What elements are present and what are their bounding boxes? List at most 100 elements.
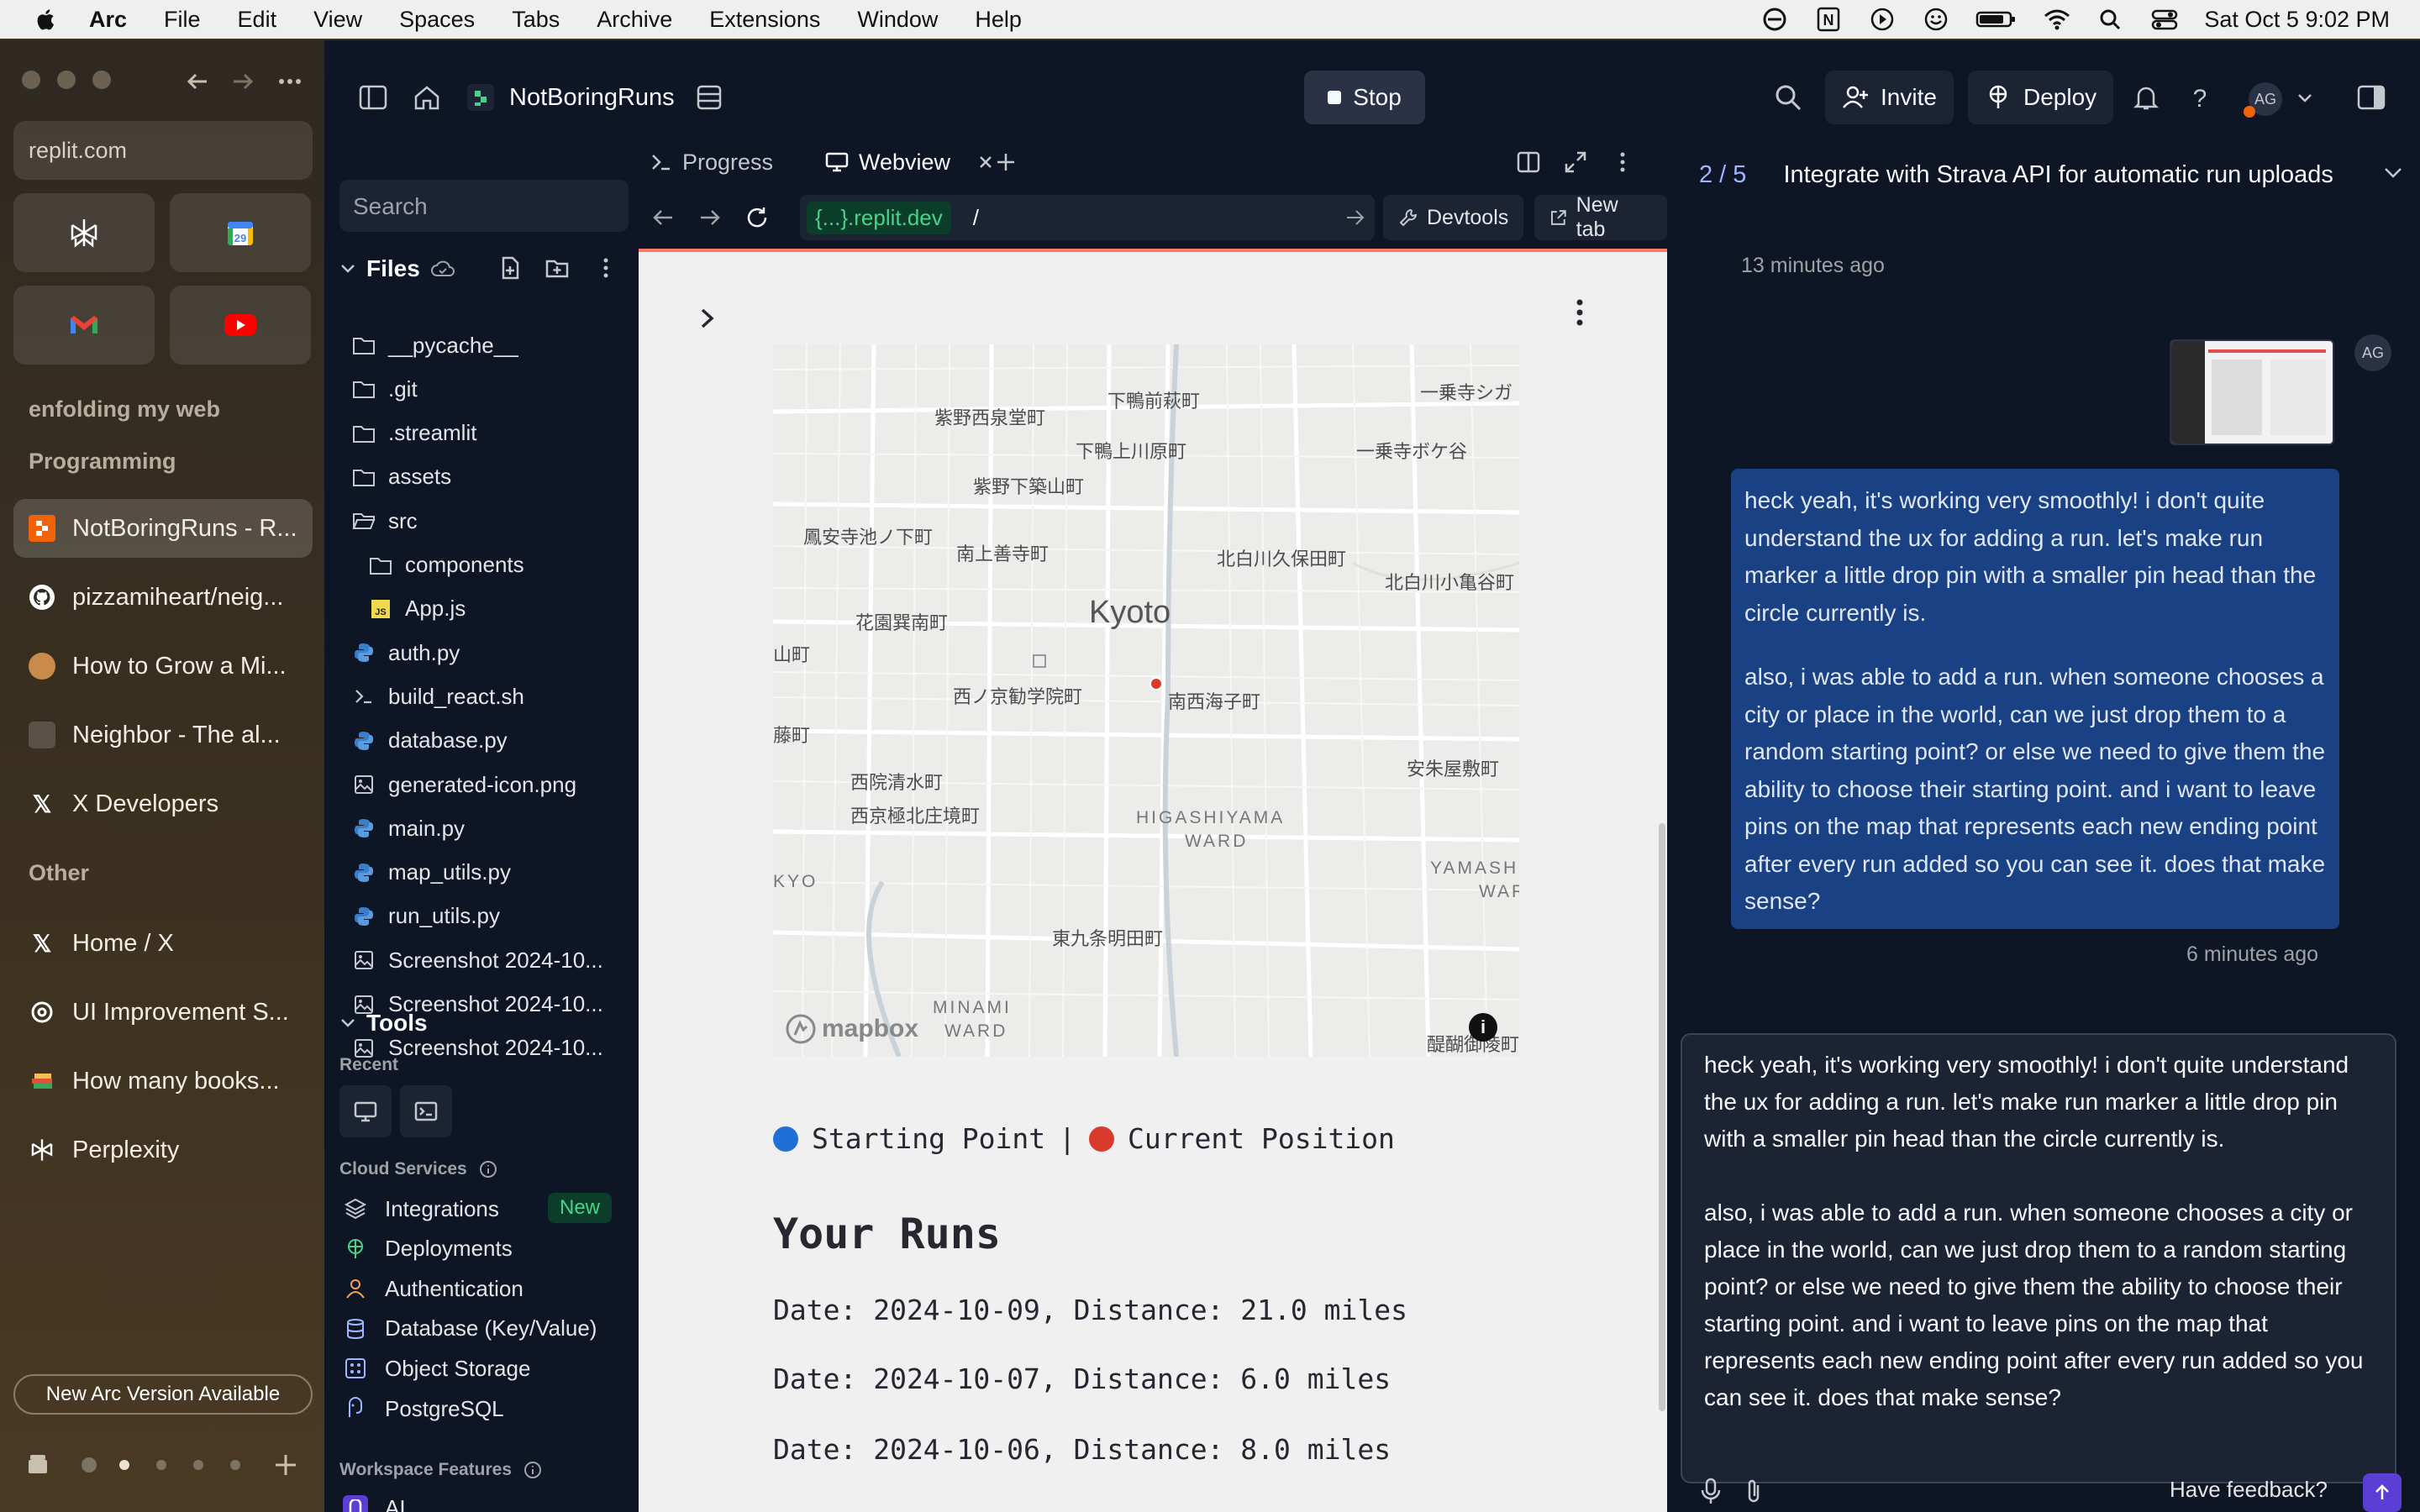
battery-icon[interactable] bbox=[1975, 7, 2018, 32]
file-tree-item[interactable]: assets bbox=[351, 458, 451, 496]
expand-icon[interactable] bbox=[1563, 150, 1588, 175]
menu-help[interactable]: Help bbox=[975, 7, 1022, 33]
file-tree-item[interactable]: map_utils.py bbox=[351, 853, 511, 892]
new-space-icon[interactable] bbox=[272, 1452, 299, 1478]
wifi-icon[interactable] bbox=[2043, 7, 2071, 32]
back-icon[interactable] bbox=[185, 69, 210, 94]
more-icon[interactable] bbox=[277, 69, 302, 94]
webview-url-input[interactable]: {...}.replit.dev / bbox=[800, 195, 1375, 240]
feedback-link[interactable]: Have feedback? bbox=[2170, 1477, 2328, 1503]
tab-neighbor[interactable]: Neighbor - The al... bbox=[13, 706, 313, 764]
tab-ui-improvement[interactable]: UI Improvement S... bbox=[13, 983, 313, 1042]
file-tree-item[interactable]: build_react.sh bbox=[351, 677, 524, 716]
forward-icon[interactable] bbox=[230, 69, 255, 94]
new-file-icon[interactable] bbox=[497, 255, 523, 281]
tab-github[interactable]: pizzamiheart/neig... bbox=[13, 568, 313, 627]
menu-edit[interactable]: Edit bbox=[238, 7, 277, 33]
new-tab-button[interactable]: New tab bbox=[1534, 193, 1667, 241]
menu-archive[interactable]: Archive bbox=[597, 7, 672, 33]
forward-icon[interactable] bbox=[697, 205, 723, 230]
chevron-down-icon[interactable] bbox=[2383, 165, 2403, 181]
file-tree-item[interactable]: Screenshot 2024-10... bbox=[351, 941, 603, 979]
file-search-input[interactable]: Search bbox=[339, 180, 629, 232]
url-bar[interactable]: replit.com bbox=[13, 121, 313, 180]
send-button[interactable] bbox=[2363, 1473, 2402, 1512]
favorite-gmail[interactable] bbox=[13, 286, 155, 365]
file-tree-item[interactable]: .git bbox=[351, 370, 418, 408]
notifications-icon[interactable] bbox=[2131, 82, 2161, 113]
space-dot[interactable] bbox=[193, 1460, 203, 1470]
file-tree-item[interactable]: src bbox=[351, 501, 418, 540]
space-dot-active[interactable] bbox=[119, 1460, 129, 1470]
current-position-marker[interactable] bbox=[1150, 677, 1163, 690]
favorite-youtube[interactable] bbox=[170, 286, 311, 365]
control-center-icon[interactable] bbox=[2150, 7, 2179, 32]
tab-progress[interactable]: Progress bbox=[650, 141, 773, 183]
tab-how-to-grow[interactable]: How to Grow a Mi... bbox=[13, 637, 313, 696]
cloud-service-item[interactable]: Authentication bbox=[343, 1269, 523, 1308]
space-dot[interactable] bbox=[156, 1460, 166, 1470]
apple-icon[interactable] bbox=[35, 7, 57, 32]
space-dot[interactable] bbox=[230, 1460, 240, 1470]
vpn-icon[interactable] bbox=[1760, 7, 1789, 32]
task-header[interactable]: 2 / 5 Integrate with Strava API for auto… bbox=[1684, 150, 2403, 200]
map-info-icon[interactable]: i bbox=[1469, 1013, 1497, 1042]
favorite-perplexity[interactable] bbox=[13, 193, 155, 272]
file-tree-item[interactable]: database.py bbox=[351, 722, 508, 760]
play-icon[interactable] bbox=[1868, 7, 1897, 32]
help-icon[interactable]: ? bbox=[2185, 82, 2215, 113]
file-tree-item[interactable]: generated-icon.png bbox=[351, 765, 576, 804]
file-tree-item[interactable]: auth.py bbox=[351, 633, 460, 672]
more-options-icon[interactable] bbox=[1610, 150, 1635, 175]
notion-icon[interactable]: N bbox=[1814, 7, 1843, 32]
run-map[interactable]: 下鴨前萩町 紫野西泉堂町 一乗寺シガ 下鴨上川原町 一乗寺ボケ谷 紫野下築山町 … bbox=[773, 344, 1519, 1057]
workspace-ai[interactable]: AI bbox=[343, 1488, 406, 1512]
tab-how-many-books[interactable]: How many books... bbox=[13, 1052, 313, 1110]
panel-toggle-icon[interactable] bbox=[2356, 82, 2386, 113]
add-tab-icon[interactable] bbox=[995, 151, 1017, 173]
menu-view[interactable]: View bbox=[313, 7, 362, 33]
recent-webview-button[interactable] bbox=[339, 1085, 392, 1137]
back-icon[interactable] bbox=[650, 205, 676, 230]
info-icon[interactable] bbox=[479, 1160, 497, 1179]
attached-screenshot[interactable] bbox=[2170, 339, 2334, 445]
folder-programming[interactable]: Programming bbox=[29, 449, 176, 475]
more-options-icon[interactable] bbox=[593, 255, 618, 281]
file-tree-item[interactable]: .streamlit bbox=[351, 414, 476, 453]
chat-input[interactable]: heck yeah, it's working very smoothly! i… bbox=[1681, 1033, 2396, 1483]
database-icon[interactable] bbox=[694, 82, 724, 113]
project-name[interactable]: NotBoringRuns bbox=[509, 84, 675, 112]
close-window-button[interactable] bbox=[22, 71, 40, 89]
menu-file[interactable]: File bbox=[164, 7, 201, 33]
menu-extensions[interactable]: Extensions bbox=[709, 7, 820, 33]
folder-other[interactable]: Other bbox=[29, 860, 89, 886]
microphone-icon[interactable] bbox=[1699, 1477, 1723, 1505]
smiley-icon[interactable] bbox=[1922, 7, 1950, 32]
stop-button[interactable]: Stop bbox=[1304, 71, 1425, 124]
go-arrow-icon[interactable] bbox=[1344, 207, 1366, 228]
new-arc-version-button[interactable]: New Arc Version Available bbox=[13, 1374, 313, 1415]
tab-webview[interactable]: Webview bbox=[825, 141, 994, 183]
file-tree-item[interactable]: JS App.js bbox=[368, 590, 466, 628]
spotlight-search-icon[interactable] bbox=[2096, 7, 2125, 32]
chevron-right-icon[interactable] bbox=[697, 306, 718, 331]
close-icon[interactable] bbox=[977, 154, 994, 171]
devtools-button[interactable]: Devtools bbox=[1383, 195, 1524, 240]
invite-button[interactable]: Invite bbox=[1825, 71, 1954, 124]
cloud-service-item[interactable]: PostgreSQL bbox=[343, 1389, 504, 1428]
reload-icon[interactable] bbox=[744, 205, 770, 230]
files-header[interactable]: Files bbox=[339, 255, 455, 282]
tab-perplexity[interactable]: Perplexity bbox=[13, 1121, 313, 1179]
cloud-service-item[interactable]: Deployments bbox=[343, 1230, 513, 1268]
favorite-calendar[interactable]: 29 bbox=[170, 193, 311, 272]
split-pane-icon[interactable] bbox=[1516, 150, 1541, 175]
cloud-service-item[interactable]: Database (Key/Value) bbox=[343, 1310, 597, 1348]
chevron-down-icon[interactable] bbox=[2297, 92, 2312, 104]
webview-scrollbar[interactable] bbox=[1659, 823, 1665, 1411]
mapbox-logo[interactable]: mapbox bbox=[785, 1013, 918, 1045]
tab-x-developers[interactable]: 𝕏 X Developers bbox=[13, 774, 313, 833]
home-icon[interactable] bbox=[412, 82, 442, 113]
recent-console-button[interactable] bbox=[400, 1085, 452, 1137]
menu-window[interactable]: Window bbox=[857, 7, 938, 33]
tab-home-x[interactable]: 𝕏 Home / X bbox=[13, 914, 313, 973]
